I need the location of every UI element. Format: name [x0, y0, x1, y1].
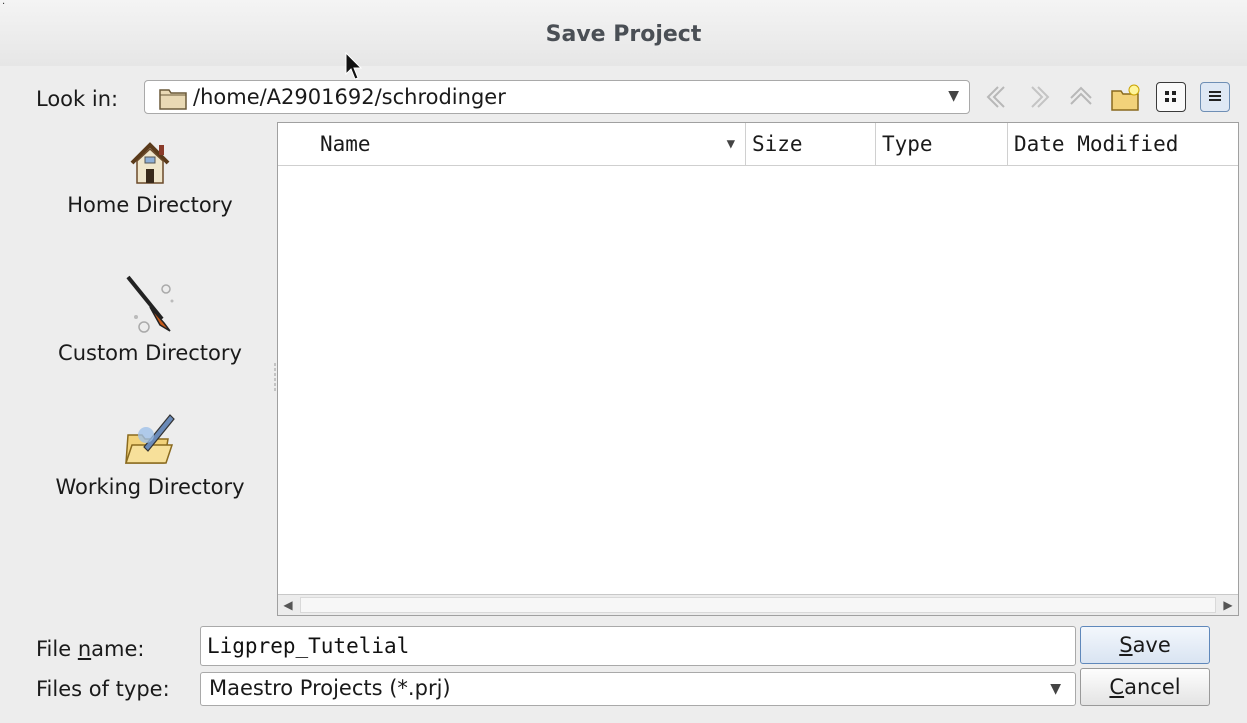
file-name-label: File name:	[36, 637, 145, 661]
look-in-path: /home/A2901692/schrodinger	[193, 85, 506, 109]
mouse-cursor-icon	[345, 52, 363, 80]
sidebar-item-label: Working Directory	[55, 475, 245, 499]
new-folder-button[interactable]	[1110, 82, 1140, 112]
folder-icon	[159, 89, 187, 110]
sidebar-item-custom-directory[interactable]: Custom Directory	[30, 273, 270, 365]
forward-button[interactable]	[1024, 82, 1054, 112]
scrollbar-track[interactable]	[300, 597, 1216, 613]
save-button[interactable]: Save	[1080, 626, 1210, 664]
folder-edit-icon	[124, 414, 175, 464]
files-of-type-value: Maestro Projects (*.prj)	[209, 676, 451, 700]
file-list[interactable]: Name ▼ Size Type Date Modified ◀ ▶	[277, 122, 1239, 616]
scroll-left-icon[interactable]: ◀	[280, 595, 296, 615]
file-list-header: Name ▼ Size Type Date Modified	[278, 123, 1238, 166]
chevron-down-icon: ▼	[1050, 681, 1061, 697]
forward-arrow-icon	[1031, 86, 1050, 108]
new-folder-icon	[1111, 84, 1140, 111]
column-header-type[interactable]: Type	[876, 123, 1008, 165]
horizontal-scrollbar[interactable]: ◀ ▶	[278, 594, 1238, 615]
sidebar-item-working-directory[interactable]: Working Directory	[30, 409, 270, 499]
sort-indicator-icon: ▼	[726, 136, 735, 152]
list-view-button[interactable]	[1156, 82, 1186, 112]
scroll-right-icon[interactable]: ▶	[1220, 595, 1236, 615]
home-icon	[130, 142, 170, 184]
parent-directory-icon	[1070, 86, 1092, 105]
dialog-title: Save Project	[0, 0, 1247, 66]
column-header-name[interactable]: Name ▼	[278, 123, 746, 165]
sidebar-item-label: Home Directory	[67, 193, 233, 217]
detail-view-button[interactable]	[1200, 82, 1230, 112]
rocket-icon	[126, 275, 174, 333]
back-arrow-icon	[986, 86, 1005, 108]
sidebar-item-label: Custom Directory	[58, 341, 242, 365]
column-header-size[interactable]: Size	[746, 123, 876, 165]
file-name-input[interactable]	[200, 626, 1076, 666]
parent-directory-button[interactable]	[1066, 82, 1096, 112]
list-view-icon	[1165, 91, 1176, 102]
sidebar: Home Directory Custom Directory Working …	[30, 125, 270, 605]
sidebar-item-home-directory[interactable]: Home Directory	[30, 139, 270, 217]
chevron-down-icon: ▼	[948, 88, 959, 104]
corner-dot: ·	[2, 0, 6, 10]
files-of-type-combobox[interactable]: Maestro Projects (*.prj) ▼	[200, 672, 1076, 706]
cancel-button[interactable]: Cancel	[1080, 668, 1210, 706]
sidebar-splitter-handle[interactable]	[274, 362, 276, 392]
detail-view-icon	[1209, 91, 1221, 101]
column-header-date-modified[interactable]: Date Modified	[1008, 123, 1238, 165]
look-in-label: Look in:	[36, 87, 119, 111]
back-button[interactable]	[982, 82, 1012, 112]
look-in-combobox[interactable]: /home/A2901692/schrodinger ▼	[144, 80, 970, 114]
files-of-type-label: Files of type:	[36, 677, 170, 701]
